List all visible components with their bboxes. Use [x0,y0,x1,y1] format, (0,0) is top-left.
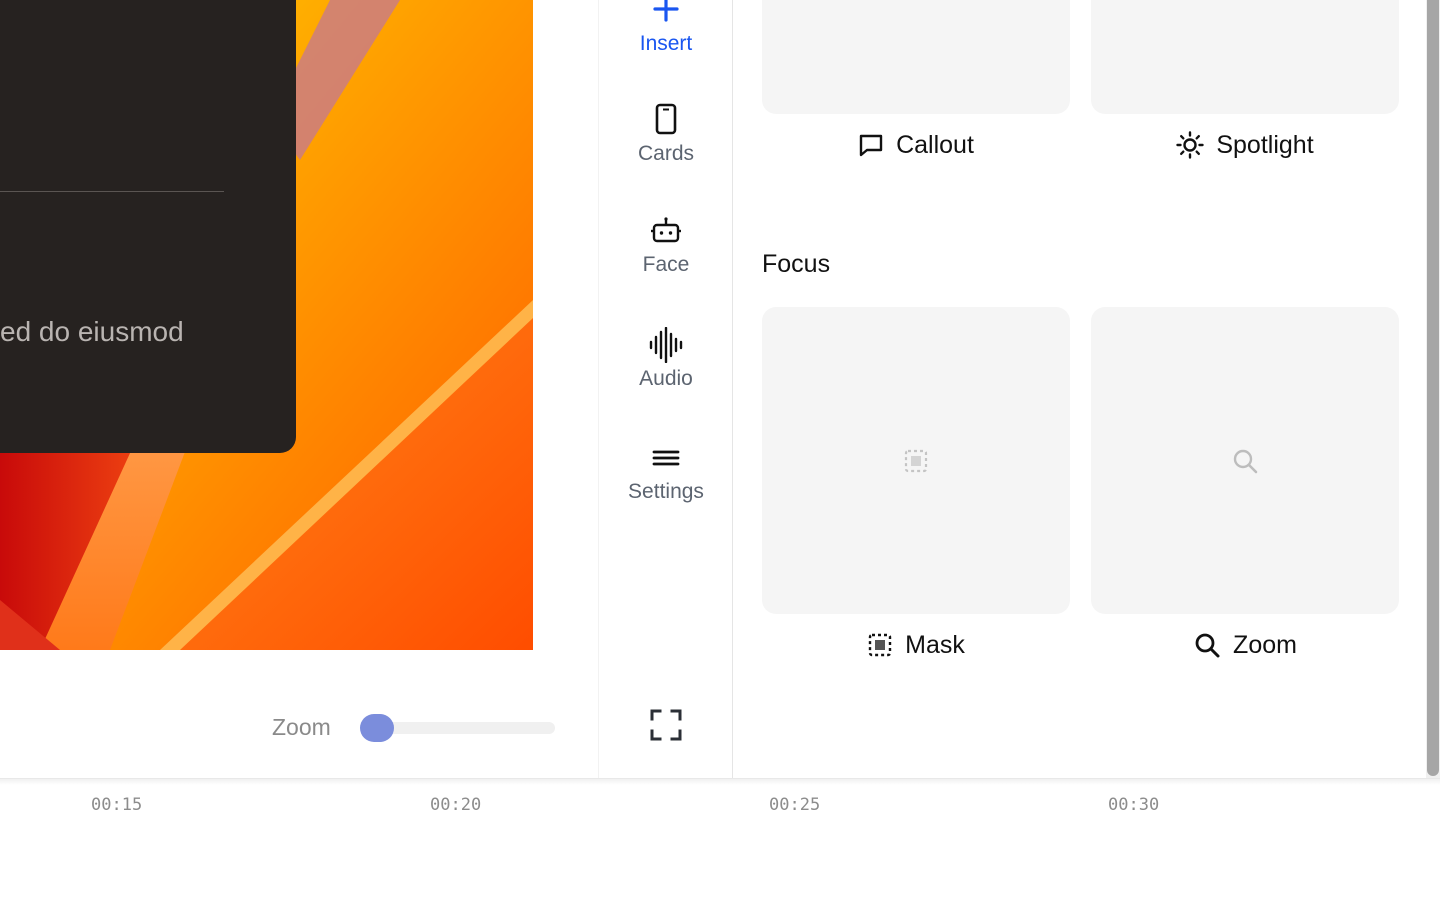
zoom-caption[interactable]: Zoom [1091,627,1399,663]
sun-icon [1176,131,1205,159]
effects-panel: Callout Spotlight Focus Mask Zoom [733,0,1426,778]
rail-item-insert[interactable]: Insert [599,0,733,56]
phone-card-icon [599,102,733,138]
dark-overlay-card: ed do eiusmod [0,0,296,453]
zoom-slider-thumb[interactable] [360,714,394,742]
rail-item-label: Face [642,253,690,276]
magnifier-icon [1233,449,1258,473]
robot-face-icon [599,213,733,249]
preview-zoom-control: Zoom [0,690,598,764]
zoom-tile[interactable] [1091,307,1399,614]
rail-item-label: Settings [628,480,704,503]
magnifier-icon [1195,633,1220,658]
fullscreen-button[interactable] [648,707,684,743]
spotlight-label: Spotlight [1216,130,1314,159]
card-body-text: ed do eiusmod [0,316,184,347]
speech-bubble-icon [859,134,883,157]
panel-scrollbar[interactable] [1426,0,1440,778]
mask-selection-icon [868,633,892,657]
callout-label: Callout [896,130,974,159]
rail-item-label: Audio [639,367,693,390]
focus-section-title: Focus [762,250,831,278]
timeline-tick-label: 00:30 [1108,795,1160,815]
timeline[interactable]: 00:15 00:20 00:25 00:30 [0,778,1440,900]
callout-tile[interactable] [762,0,1070,114]
rail-item-label: Cards [637,142,695,165]
scrollbar-thumb[interactable] [1427,0,1439,776]
card-divider [0,191,224,192]
plus-icon [599,0,733,28]
spotlight-tile[interactable] [1091,0,1399,114]
rail-item-face[interactable]: Face [599,213,733,277]
rail-item-settings[interactable]: Settings [599,440,733,504]
mask-tile[interactable] [762,307,1070,614]
mask-selection-icon [904,449,928,472]
mask-caption[interactable]: Mask [762,627,1070,663]
fullscreen-icon [650,709,682,741]
timeline-tick-label: 00:15 [91,795,143,815]
waveform-icon [599,327,733,363]
tool-rail: Insert Cards Face Audio Settings [598,0,733,778]
zoom-effect-label: Zoom [1233,630,1297,659]
timeline-tick-label: 00:25 [769,795,821,815]
rail-item-label: Insert [639,32,693,55]
rail-item-cards[interactable]: Cards [599,102,733,166]
zoom-label: Zoom [272,714,331,740]
callout-caption[interactable]: Callout [762,127,1070,163]
timeline-top-shadow [0,779,1440,785]
rail-item-audio[interactable]: Audio [599,327,733,391]
wallpaper-image: ed do eiusmod [0,0,533,650]
zoom-slider[interactable] [360,714,555,742]
video-preview-area: ed do eiusmod Zoom [0,0,598,778]
menu-lines-icon [599,440,733,476]
timeline-tick-label: 00:20 [430,795,482,815]
spotlight-caption[interactable]: Spotlight [1091,127,1399,163]
mask-label: Mask [905,630,965,659]
